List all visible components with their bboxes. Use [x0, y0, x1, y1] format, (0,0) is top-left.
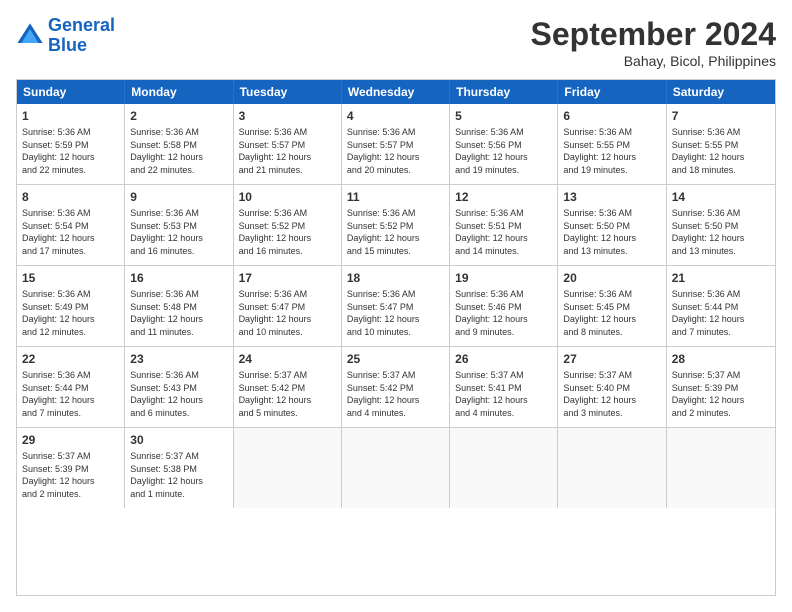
day-24: 24 Sunrise: 5:37 AMSunset: 5:42 PMDaylig… — [234, 347, 342, 427]
calendar-body: 1 Sunrise: 5:36 AMSunset: 5:59 PMDayligh… — [17, 104, 775, 508]
week-row-1: 1 Sunrise: 5:36 AMSunset: 5:59 PMDayligh… — [17, 104, 775, 185]
day-1: 1 Sunrise: 5:36 AMSunset: 5:59 PMDayligh… — [17, 104, 125, 184]
day-18: 18 Sunrise: 5:36 AMSunset: 5:47 PMDaylig… — [342, 266, 450, 346]
empty-cell-5 — [667, 428, 775, 508]
page: General Blue September 2024 Bahay, Bicol… — [0, 0, 792, 612]
day-22: 22 Sunrise: 5:36 AMSunset: 5:44 PMDaylig… — [17, 347, 125, 427]
header-tuesday: Tuesday — [234, 80, 342, 104]
day-13: 13 Sunrise: 5:36 AMSunset: 5:50 PMDaylig… — [558, 185, 666, 265]
header-monday: Monday — [125, 80, 233, 104]
day-21: 21 Sunrise: 5:36 AMSunset: 5:44 PMDaylig… — [667, 266, 775, 346]
day-9: 9 Sunrise: 5:36 AMSunset: 5:53 PMDayligh… — [125, 185, 233, 265]
location: Bahay, Bicol, Philippines — [531, 53, 776, 69]
logo-icon — [16, 22, 44, 50]
calendar: Sunday Monday Tuesday Wednesday Thursday… — [16, 79, 776, 596]
header: General Blue September 2024 Bahay, Bicol… — [16, 16, 776, 69]
day-11: 11 Sunrise: 5:36 AMSunset: 5:52 PMDaylig… — [342, 185, 450, 265]
calendar-header: Sunday Monday Tuesday Wednesday Thursday… — [17, 80, 775, 104]
day-3: 3 Sunrise: 5:36 AMSunset: 5:57 PMDayligh… — [234, 104, 342, 184]
day-15: 15 Sunrise: 5:36 AMSunset: 5:49 PMDaylig… — [17, 266, 125, 346]
header-thursday: Thursday — [450, 80, 558, 104]
empty-cell-1 — [234, 428, 342, 508]
day-28: 28 Sunrise: 5:37 AMSunset: 5:39 PMDaylig… — [667, 347, 775, 427]
day-19: 19 Sunrise: 5:36 AMSunset: 5:46 PMDaylig… — [450, 266, 558, 346]
day-2: 2 Sunrise: 5:36 AMSunset: 5:58 PMDayligh… — [125, 104, 233, 184]
header-friday: Friday — [558, 80, 666, 104]
logo-text: General Blue — [48, 16, 115, 56]
day-10: 10 Sunrise: 5:36 AMSunset: 5:52 PMDaylig… — [234, 185, 342, 265]
day-23: 23 Sunrise: 5:36 AMSunset: 5:43 PMDaylig… — [125, 347, 233, 427]
week-row-5: 29 Sunrise: 5:37 AMSunset: 5:39 PMDaylig… — [17, 428, 775, 508]
day-30: 30 Sunrise: 5:37 AMSunset: 5:38 PMDaylig… — [125, 428, 233, 508]
week-row-3: 15 Sunrise: 5:36 AMSunset: 5:49 PMDaylig… — [17, 266, 775, 347]
logo-general: General — [48, 15, 115, 35]
empty-cell-4 — [558, 428, 666, 508]
day-14: 14 Sunrise: 5:36 AMSunset: 5:50 PMDaylig… — [667, 185, 775, 265]
logo: General Blue — [16, 16, 115, 56]
logo-blue: Blue — [48, 35, 87, 55]
week-row-4: 22 Sunrise: 5:36 AMSunset: 5:44 PMDaylig… — [17, 347, 775, 428]
day-7: 7 Sunrise: 5:36 AMSunset: 5:55 PMDayligh… — [667, 104, 775, 184]
day-29: 29 Sunrise: 5:37 AMSunset: 5:39 PMDaylig… — [17, 428, 125, 508]
day-5: 5 Sunrise: 5:36 AMSunset: 5:56 PMDayligh… — [450, 104, 558, 184]
empty-cell-2 — [342, 428, 450, 508]
day-17: 17 Sunrise: 5:36 AMSunset: 5:47 PMDaylig… — [234, 266, 342, 346]
day-20: 20 Sunrise: 5:36 AMSunset: 5:45 PMDaylig… — [558, 266, 666, 346]
day-8: 8 Sunrise: 5:36 AMSunset: 5:54 PMDayligh… — [17, 185, 125, 265]
month-title: September 2024 — [531, 16, 776, 53]
header-saturday: Saturday — [667, 80, 775, 104]
day-12: 12 Sunrise: 5:36 AMSunset: 5:51 PMDaylig… — [450, 185, 558, 265]
day-6: 6 Sunrise: 5:36 AMSunset: 5:55 PMDayligh… — [558, 104, 666, 184]
header-wednesday: Wednesday — [342, 80, 450, 104]
day-4: 4 Sunrise: 5:36 AMSunset: 5:57 PMDayligh… — [342, 104, 450, 184]
week-row-2: 8 Sunrise: 5:36 AMSunset: 5:54 PMDayligh… — [17, 185, 775, 266]
day-26: 26 Sunrise: 5:37 AMSunset: 5:41 PMDaylig… — [450, 347, 558, 427]
title-block: September 2024 Bahay, Bicol, Philippines — [531, 16, 776, 69]
day-27: 27 Sunrise: 5:37 AMSunset: 5:40 PMDaylig… — [558, 347, 666, 427]
day-25: 25 Sunrise: 5:37 AMSunset: 5:42 PMDaylig… — [342, 347, 450, 427]
header-sunday: Sunday — [17, 80, 125, 104]
day-16: 16 Sunrise: 5:36 AMSunset: 5:48 PMDaylig… — [125, 266, 233, 346]
empty-cell-3 — [450, 428, 558, 508]
